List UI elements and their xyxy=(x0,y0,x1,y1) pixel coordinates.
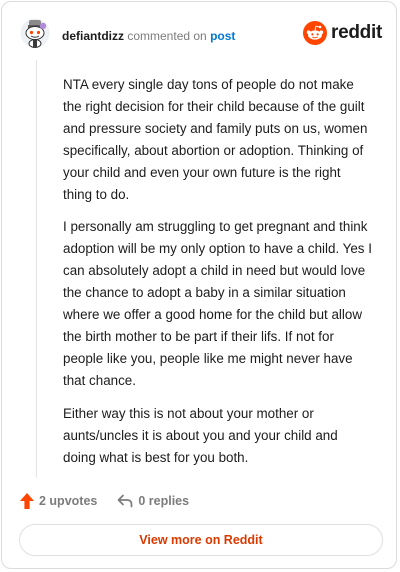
author-name[interactable]: defiantdizz xyxy=(62,29,124,43)
action-text: commented on xyxy=(127,29,207,43)
comment-byline: defiantdizz commented on post xyxy=(62,29,235,43)
reply-count[interactable]: 0 replies xyxy=(117,494,189,508)
reddit-wordmark: reddit xyxy=(331,22,382,43)
replies-label: 0 replies xyxy=(138,494,190,508)
thread-line xyxy=(36,60,37,478)
comment-paragraph: I personally am struggling to get pregna… xyxy=(63,219,372,388)
comment-header: defiantdizz commented on post reddit xyxy=(20,16,382,56)
upvote-arrow-icon xyxy=(20,493,34,509)
post-link[interactable]: post xyxy=(210,29,235,43)
upvote-count[interactable]: 2 upvotes xyxy=(20,493,97,509)
comment-paragraph: Either way this is not about your mother… xyxy=(63,405,338,465)
comment-body: NTA every single day tons of people do n… xyxy=(63,74,373,479)
upvotes-label: 2 upvotes xyxy=(39,494,98,508)
comment-card: defiantdizz commented on post reddit NTA… xyxy=(1,1,397,569)
snoo-avatar-icon[interactable] xyxy=(20,18,50,48)
reddit-logo[interactable]: reddit xyxy=(303,20,382,46)
comment-meta: 2 upvotes 0 replies xyxy=(20,490,209,512)
view-more-button[interactable]: View more on Reddit xyxy=(19,524,383,556)
comment-paragraph: NTA every single day tons of people do n… xyxy=(63,77,368,202)
reply-arrow-icon xyxy=(118,494,133,508)
reddit-snoo-icon xyxy=(303,21,328,45)
